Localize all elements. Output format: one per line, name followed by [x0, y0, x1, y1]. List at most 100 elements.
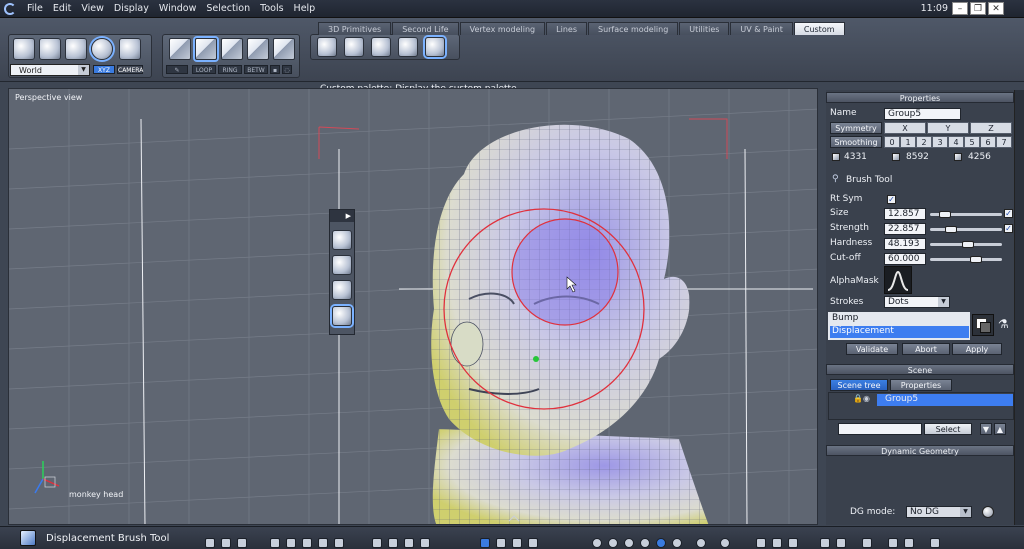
tab-second-life[interactable]: Second Life	[392, 22, 459, 35]
rotate-view-icon[interactable]	[512, 538, 522, 548]
environment-icon[interactable]	[720, 538, 730, 548]
name-field[interactable]: Group5	[884, 108, 961, 120]
mode-list-item[interactable]: Bump	[830, 313, 969, 325]
param-value-field[interactable]: 22.857	[884, 223, 926, 235]
move-icon[interactable]	[496, 538, 506, 548]
properties-header[interactable]: Properties	[826, 92, 1014, 103]
smoothing-4[interactable]: 4	[948, 136, 964, 148]
layout-2-icon[interactable]	[221, 538, 231, 548]
menu-window[interactable]: Window	[154, 3, 201, 14]
screenshot-icon[interactable]	[904, 538, 914, 548]
symmetry-z[interactable]: Z	[970, 122, 1012, 134]
layout-3-icon[interactable]	[237, 538, 247, 548]
material-icon[interactable]	[302, 538, 312, 548]
sphere-select-icon[interactable]	[91, 38, 113, 60]
scene-item-group5[interactable]: Group5	[877, 394, 1013, 406]
mode-list-item[interactable]: Displacement	[830, 326, 969, 338]
object-mode-cube-icon[interactable]	[169, 38, 191, 60]
smoothing-6[interactable]: 6	[980, 136, 996, 148]
dg-toggle-icon[interactable]	[982, 506, 994, 518]
shading-smooth-icon[interactable]	[624, 538, 634, 548]
param-slider[interactable]	[930, 228, 1002, 231]
alphamask-thumbnail[interactable]	[884, 266, 912, 294]
dg-mode-select[interactable]: No DG ▼	[906, 506, 972, 518]
grid-icon[interactable]	[270, 538, 280, 548]
float-brush-4-icon[interactable]	[332, 306, 352, 326]
render-icon[interactable]	[286, 538, 296, 548]
mode-list[interactable]: Bump Displacement	[828, 312, 970, 340]
palette-expand-icon[interactable]: ▶	[330, 210, 354, 222]
select-button[interactable]: Select	[924, 423, 972, 435]
face-mode-cube-icon[interactable]	[195, 38, 217, 60]
lock-visibility-icon[interactable]: 🔒◉	[853, 394, 870, 403]
scene-tree[interactable]: 🔒◉ Group5	[828, 392, 1014, 420]
shading-texture-icon[interactable]	[640, 538, 650, 548]
brush-tool-2-icon[interactable]	[344, 37, 364, 57]
smoothing-1[interactable]: 1	[900, 136, 916, 148]
options-icon[interactable]	[930, 538, 940, 548]
fog-icon[interactable]	[772, 538, 782, 548]
param-slider-thumb[interactable]	[938, 211, 951, 218]
ring-button[interactable]: RING	[218, 65, 242, 74]
scene-search-input[interactable]	[838, 423, 922, 435]
coord-space-select[interactable]: World ▼	[10, 64, 90, 76]
menu-tools[interactable]: Tools	[255, 3, 288, 14]
tab-custom[interactable]: Custom	[793, 22, 845, 35]
param-slider-thumb[interactable]	[961, 241, 974, 248]
shading-wire-icon[interactable]	[592, 538, 602, 548]
camera-icon[interactable]	[888, 538, 898, 548]
texture-icon[interactable]	[318, 538, 328, 548]
edge-mode-cube-icon[interactable]	[221, 38, 243, 60]
point-mode-cube-icon[interactable]	[273, 38, 295, 60]
pan-icon[interactable]	[404, 538, 414, 548]
floating-tool-palette[interactable]: ▶	[329, 209, 355, 335]
float-brush-1-icon[interactable]	[332, 230, 352, 250]
brush-tool-1-icon[interactable]	[317, 37, 337, 57]
param-lock-checkbox[interactable]: ✓	[1004, 224, 1013, 233]
zoom-icon[interactable]	[388, 538, 398, 548]
smoothing-5[interactable]: 5	[964, 136, 980, 148]
menu-selection[interactable]: Selection	[201, 3, 255, 14]
param-value-field[interactable]: 48.193	[884, 238, 926, 250]
zoom-fit-icon[interactable]	[372, 538, 382, 548]
perspective-viewport[interactable]: Perspective view monkey head ▶	[8, 88, 818, 525]
param-slider-thumb[interactable]	[945, 226, 958, 233]
between-button[interactable]: BETW	[244, 65, 268, 74]
invert-icon[interactable]: ◌	[282, 65, 292, 74]
scene-header[interactable]: Scene	[826, 364, 1014, 375]
menu-display[interactable]: Display	[109, 3, 154, 14]
apply-button[interactable]: Apply	[952, 343, 1002, 355]
float-brush-3-icon[interactable]	[332, 280, 352, 300]
tab-surface-modeling[interactable]: Surface modeling	[587, 22, 679, 35]
rt-sym-checkbox[interactable]: ✓	[887, 195, 896, 204]
shading-flat-icon[interactable]	[608, 538, 618, 548]
displacement-brush-icon[interactable]	[425, 37, 445, 57]
validate-button[interactable]: Validate	[846, 343, 898, 355]
dynamic-geometry-header[interactable]: Dynamic Geometry	[826, 445, 1014, 456]
param-slider[interactable]	[930, 258, 1002, 261]
menu-edit[interactable]: Edit	[48, 3, 76, 14]
smoothing-7[interactable]: 7	[996, 136, 1012, 148]
layout-1-icon[interactable]	[205, 538, 215, 548]
rotate-icon[interactable]	[39, 38, 61, 60]
tab-scene-tree[interactable]: Scene tree	[830, 379, 888, 391]
scroll-down-icon[interactable]: ▼	[980, 423, 992, 435]
tab-3d-primitives[interactable]: 3D Primitives	[318, 22, 392, 35]
minimize-icon[interactable]: –	[952, 2, 968, 15]
tab-vertex-modeling[interactable]: Vertex modeling	[459, 22, 546, 35]
eye-icon[interactable]	[420, 538, 430, 548]
ghost-icon[interactable]	[119, 38, 141, 60]
scene-cube-icon[interactable]	[862, 538, 872, 548]
float-brush-2-icon[interactable]	[332, 255, 352, 275]
brush-tool-4-icon[interactable]	[398, 37, 418, 57]
tab-uv-paint[interactable]: UV & Paint	[730, 22, 793, 35]
close-icon[interactable]: ✕	[988, 2, 1004, 15]
pen-icon[interactable]: ✎	[166, 65, 188, 74]
shading-light-icon[interactable]	[672, 538, 682, 548]
particles-icon[interactable]	[788, 538, 798, 548]
panel-scrollbar[interactable]	[1014, 90, 1024, 525]
menu-file[interactable]: File	[22, 3, 48, 14]
color-swatch[interactable]	[972, 314, 994, 336]
select-mode-icon[interactable]	[480, 538, 490, 548]
smoothing-0[interactable]: 0	[884, 136, 900, 148]
